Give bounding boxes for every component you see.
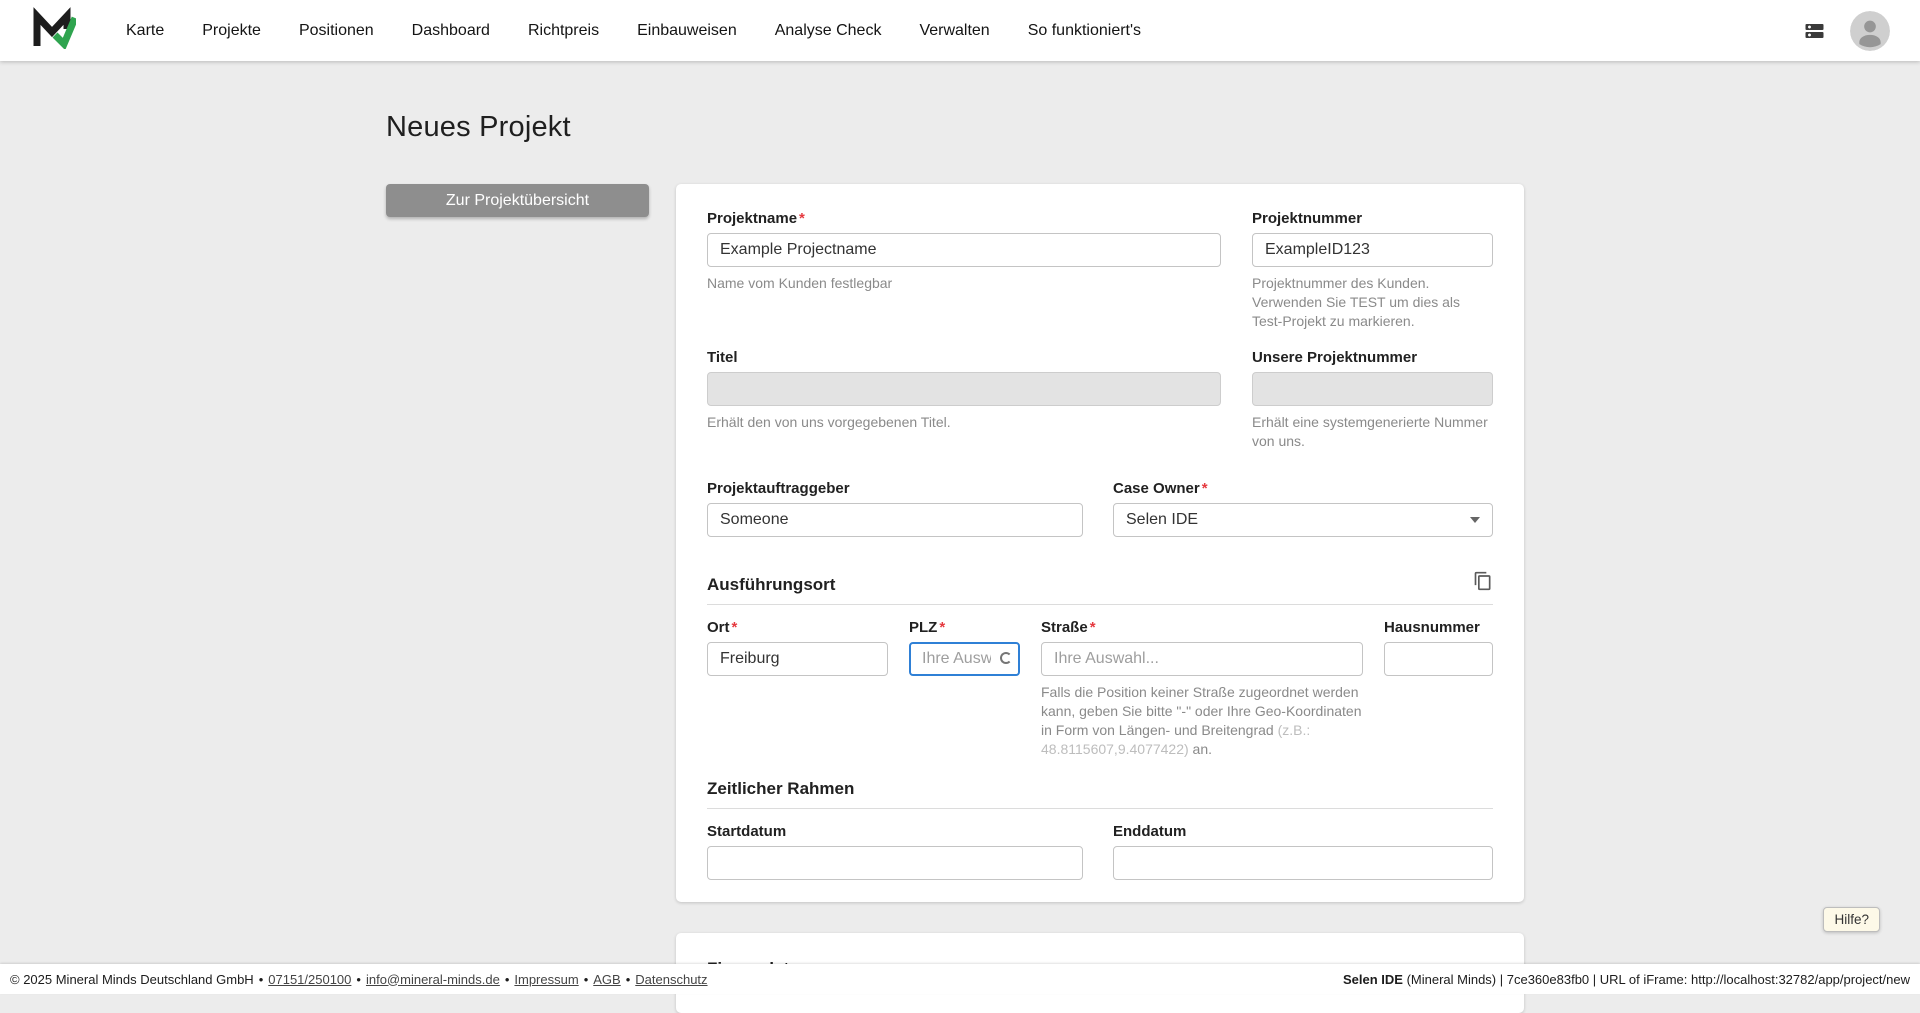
case-owner-selected-value: Selen IDE [1126,511,1198,529]
page-title: Neues Projekt [386,111,1920,144]
plz-label: PLZ* [909,619,1020,636]
projektnummer-helper: Projektnummer des Kunden. Verwenden Sie … [1252,274,1493,331]
projektname-input[interactable] [707,233,1221,267]
zeitlicher-rahmen-section-title: Zeitlicher Rahmen [707,779,854,799]
footer-left: © 2025 Mineral Minds Deutschland GmbH • … [10,972,708,987]
hausnummer-label: Hausnummer [1384,619,1493,636]
projektname-label: Projektname* [707,210,1221,227]
chevron-down-icon [1470,517,1480,523]
startdatum-label: Startdatum [707,823,1083,840]
brand-logo[interactable] [30,7,76,54]
titel-field: Titel Erhält den von uns vorgegebenen Ti… [707,349,1221,451]
footer-link-agb[interactable]: AGB [593,972,620,987]
footer-link-impressum[interactable]: Impressum [514,972,578,987]
nav-item-analyse-check[interactable]: Analyse Check [775,22,882,40]
help-button[interactable]: Hilfe? [1823,907,1880,932]
case-owner-label: Case Owner* [1113,480,1493,497]
required-asterisk: * [799,210,805,227]
back-to-project-overview-button[interactable]: Zur Projektübersicht [386,184,649,217]
ausfuehrungsort-section-header: Ausführungsort [707,570,1493,605]
hausnummer-field: Hausnummer [1384,619,1493,759]
zeitlicher-rahmen-section-header: Zeitlicher Rahmen [707,779,1493,809]
nav-item-einbauweisen[interactable]: Einbauweisen [637,22,737,40]
unsere-projektnummer-input [1252,372,1493,406]
strasse-input[interactable] [1041,642,1363,676]
case-owner-field: Case Owner* Selen IDE [1113,480,1493,537]
nav-item-karte[interactable]: Karte [126,22,164,40]
strasse-helper: Falls die Position keiner Straße zugeord… [1041,683,1363,759]
main-nav: Karte Projekte Positionen Dashboard Rich… [126,22,1141,40]
enddatum-field: Enddatum [1113,823,1493,880]
unsere-projektnummer-field: Unsere Projektnummer Erhält eine systemg… [1252,349,1493,451]
ort-field: Ort* [707,619,888,759]
required-asterisk: * [1202,480,1208,497]
nav-item-so-funktionierts[interactable]: So funktioniert's [1028,22,1141,40]
page-content: Neues Projekt Zur Projektübersicht Proje… [0,111,1920,1013]
footer-link-phone[interactable]: 07151/250100 [268,972,351,987]
projektnummer-field: Projektnummer Projektnummer des Kunden. … [1252,210,1493,331]
top-navbar: Karte Projekte Positionen Dashboard Rich… [0,0,1920,61]
titel-helper: Erhält den von uns vorgegebenen Titel. [707,413,1221,432]
copy-address-button[interactable] [1473,570,1493,595]
nav-item-richtpreis[interactable]: Richtpreis [528,22,599,40]
footer-user-name: Selen IDE [1343,972,1403,987]
nav-item-projekte[interactable]: Projekte [202,22,261,40]
copy-icon [1473,570,1493,595]
projektname-helper: Name vom Kunden festlegbar [707,274,1221,293]
case-owner-select[interactable]: Selen IDE [1113,503,1493,537]
ort-input[interactable] [707,642,888,676]
nav-item-verwalten[interactable]: Verwalten [919,22,989,40]
strasse-label: Straße* [1041,619,1363,636]
server-icon[interactable] [1801,19,1828,43]
titel-input [707,372,1221,406]
footer: © 2025 Mineral Minds Deutschland GmbH • … [0,964,1920,994]
footer-link-email[interactable]: info@mineral-minds.de [366,972,500,987]
projektauftraggeber-label: Projektauftraggeber [707,480,1083,497]
hausnummer-input[interactable] [1384,642,1493,676]
startdatum-input[interactable] [707,846,1083,880]
required-asterisk: * [1090,619,1096,636]
unsere-projektnummer-label: Unsere Projektnummer [1252,349,1493,366]
ort-label: Ort* [707,619,888,636]
left-action-column: Zur Projektübersicht [386,184,676,217]
footer-session-details: (Mineral Minds) | 7ce360e83fb0 | URL of … [1403,972,1910,987]
projektnummer-input[interactable] [1252,233,1493,267]
required-asterisk: * [939,619,945,636]
strasse-field: Straße* Falls die Position keiner Straße… [1041,619,1363,759]
titel-label: Titel [707,349,1221,366]
plz-field: PLZ* [909,619,1020,759]
footer-session-info: Selen IDE (Mineral Minds) | 7ce360e83fb0… [1343,972,1910,987]
nav-item-positionen[interactable]: Positionen [299,22,374,40]
nav-item-dashboard[interactable]: Dashboard [412,22,490,40]
footer-link-datenschutz[interactable]: Datenschutz [635,972,707,987]
required-asterisk: * [732,619,738,636]
unsere-projektnummer-helper: Erhält eine systemgenerierte Nummer von … [1252,413,1493,451]
ausfuehrungsort-section-title: Ausführungsort [707,575,835,595]
projektname-field: Projektname* Name vom Kunden festlegbar [707,210,1221,331]
user-avatar[interactable] [1850,11,1890,51]
enddatum-label: Enddatum [1113,823,1493,840]
projektauftraggeber-input[interactable] [707,503,1083,537]
footer-copyright: © 2025 Mineral Minds Deutschland GmbH [10,972,254,987]
project-form-card: Projektname* Name vom Kunden festlegbar … [676,184,1524,902]
navbar-right [1801,11,1890,51]
projektauftraggeber-field: Projektauftraggeber [707,480,1083,537]
projektnummer-label: Projektnummer [1252,210,1493,227]
enddatum-input[interactable] [1113,846,1493,880]
mineral-minds-logo-icon [30,7,76,54]
startdatum-field: Startdatum [707,823,1083,880]
